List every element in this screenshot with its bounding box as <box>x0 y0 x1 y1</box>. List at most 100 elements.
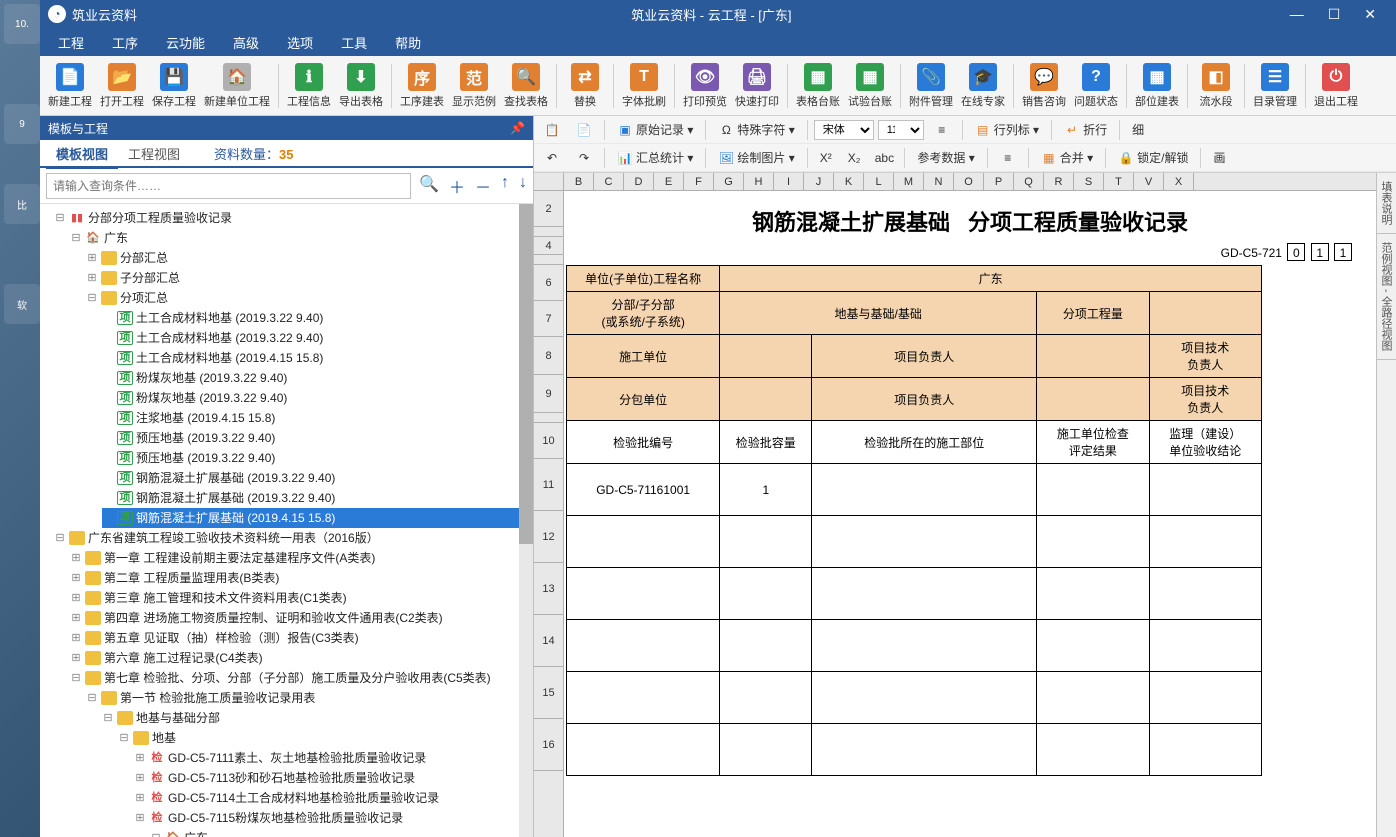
tree-row[interactable]: ⊟分项汇总 <box>86 288 533 308</box>
spreadsheet[interactable]: BCDEFGHIJKLMNOPQRSTVX 钢筋混凝土扩展基础 分项工程质量验收… <box>564 173 1376 837</box>
canvas-button[interactable]: 画 <box>1207 147 1231 168</box>
tree-row[interactable]: ⊟▮▮分部分项工程质量验收记录 <box>54 208 533 228</box>
tree-row[interactable]: ⊞第四章 进场施工物资质量控制、证明和验收文件通用表(C2类表) <box>70 608 533 628</box>
tree-row[interactable]: ⊞第一章 工程建设前期主要法定基建程序文件(A类表) <box>70 548 533 568</box>
side-tab-help[interactable]: 填表说明 <box>1377 173 1396 234</box>
remove-icon[interactable]: － <box>475 174 491 198</box>
row-col-button[interactable]: ▤行列标 ▾ <box>969 119 1045 140</box>
tree-row[interactable]: ⊞分部汇总 <box>86 248 533 268</box>
tree-row[interactable]: 项土工合成材料地基 (2019.3.22 9.40) <box>102 328 533 348</box>
tree-view[interactable]: ⊟▮▮分部分项工程质量验收记录⊟🏠广东⊞分部汇总⊞子分部汇总⊟分项汇总项土工合成… <box>40 204 533 837</box>
tree-row[interactable]: 项粉煤灰地基 (2019.3.22 9.40) <box>102 368 533 388</box>
menu-云功能[interactable]: 云功能 <box>152 29 219 56</box>
redo-icon[interactable]: ↷ <box>570 148 598 168</box>
wrap-button[interactable]: ↵折行 <box>1058 119 1113 140</box>
font-select[interactable]: 宋体 <box>814 120 874 140</box>
side-tab-example[interactable]: 范例视图 - 全路径视图 <box>1377 234 1396 360</box>
maximize-button[interactable]: ☐ <box>1324 6 1345 23</box>
tree-row[interactable]: ⊟第一节 检验批施工质量验收记录用表 <box>86 688 533 708</box>
tree-row[interactable]: 项钢筋混凝土扩展基础 (2019.3.22 9.40) <box>102 488 533 508</box>
subscript-button[interactable]: X₂ <box>842 149 867 167</box>
close-button[interactable]: ✕ <box>1360 6 1380 23</box>
toolbar-工序建表[interactable]: 序工序建表 <box>396 61 448 111</box>
form-table[interactable]: 单位(子单位)工程名称广东 分部/子分部 (或系统/子系统)地基与基础/基础分项… <box>566 265 1262 776</box>
menu-选项[interactable]: 选项 <box>273 29 327 56</box>
tree-row[interactable]: ⊟广东省建筑工程竣工验收技术资料统一用表（2016版） <box>54 528 533 548</box>
tree-row[interactable]: ⊞检GD-C5-7111素土、灰土地基检验批质量验收记录 <box>134 748 533 768</box>
down-icon[interactable]: ↓ <box>519 174 527 198</box>
tree-row[interactable]: 项预压地基 (2019.3.22 9.40) <box>102 428 533 448</box>
desktop-icon[interactable]: 9 <box>4 104 40 144</box>
tree-row[interactable]: 项土工合成材料地基 (2019.3.22 9.40) <box>102 308 533 328</box>
search-icon[interactable]: 🔍 <box>419 174 439 198</box>
toolbar-查找表格[interactable]: 🔍查找表格 <box>500 61 552 111</box>
pin-icon[interactable]: 📌 <box>510 121 525 135</box>
tab-project-view[interactable]: 工程视图 <box>118 140 190 167</box>
toolbar-快速打印[interactable]: 🖨快速打印 <box>731 61 783 111</box>
tree-row[interactable]: ⊟🏠广东 <box>70 228 533 248</box>
merge-button[interactable]: ▦合并 ▾ <box>1035 147 1099 168</box>
tree-row[interactable]: ⊞第三章 施工管理和技术文件资料用表(C1类表) <box>70 588 533 608</box>
tree-row[interactable]: 项注浆地基 (2019.4.15 15.8) <box>102 408 533 428</box>
toolbar-工程信息[interactable]: ℹ工程信息 <box>283 61 335 111</box>
toolbar-部位建表[interactable]: ▦部位建表 <box>1131 61 1183 111</box>
draw-pic-button[interactable]: 🖼绘制图片 ▾ <box>712 147 800 168</box>
tab-template-view[interactable]: 模板视图 <box>46 140 118 169</box>
add-icon[interactable]: ＋ <box>449 174 465 198</box>
ref-data-button[interactable]: 参考数据 ▾ <box>911 147 980 168</box>
menu-帮助[interactable]: 帮助 <box>381 29 435 56</box>
tree-row[interactable]: ⊟🏠广东 <box>150 828 533 837</box>
menu-工程[interactable]: 工程 <box>44 29 98 56</box>
toolbar-新建单位工程[interactable]: 🏠新建单位工程 <box>200 61 274 111</box>
tree-row[interactable]: ⊟第七章 检验批、分项、分部（子分部）施工质量及分户验收用表(C5类表) <box>70 668 533 688</box>
tree-row[interactable]: 项钢筋混凝土扩展基础 (2019.3.22 9.40) <box>102 468 533 488</box>
up-icon[interactable]: ↑ <box>501 174 509 198</box>
toolbar-打开工程[interactable]: 📂打开工程 <box>96 61 148 111</box>
strike-icon[interactable]: abc <box>870 148 898 168</box>
align-icon[interactable]: ≡ <box>928 120 956 140</box>
tree-row[interactable]: 项粉煤灰地基 (2019.3.22 9.40) <box>102 388 533 408</box>
menu-工序[interactable]: 工序 <box>98 29 152 56</box>
toolbar-替换[interactable]: ⇄替换 <box>561 61 609 111</box>
tree-row[interactable]: ⊞第六章 施工过程记录(C4类表) <box>70 648 533 668</box>
paste-icon[interactable]: 📄 <box>570 120 598 140</box>
desktop-icon[interactable]: 软 <box>4 284 40 324</box>
tree-row[interactable]: 项预压地基 (2019.3.22 9.40) <box>102 448 533 468</box>
tree-row[interactable]: ⊞子分部汇总 <box>86 268 533 288</box>
toolbar-表格台账[interactable]: ▦表格台账 <box>792 61 844 111</box>
desktop-icon[interactable]: 比 <box>4 184 40 224</box>
toolbar-退出工程[interactable]: ⏻退出工程 <box>1310 61 1362 111</box>
toolbar-销售咨询[interactable]: 💬销售咨询 <box>1018 61 1070 111</box>
toolbar-目录管理[interactable]: ☰目录管理 <box>1249 61 1301 111</box>
copy-icon[interactable]: 📋 <box>538 120 566 140</box>
toolbar-导出表格[interactable]: ⬇导出表格 <box>335 61 387 111</box>
toolbar-试验台账[interactable]: ▦试验台账 <box>844 61 896 111</box>
scrollbar-track[interactable] <box>519 204 533 837</box>
stats-button[interactable]: 📊汇总统计 ▾ <box>611 147 699 168</box>
undo-icon[interactable]: ↶ <box>538 148 566 168</box>
toolbar-附件管理[interactable]: 📎附件管理 <box>905 61 957 111</box>
scrollbar-thumb[interactable] <box>519 204 533 544</box>
tree-row[interactable]: ⊞检GD-C5-7115粉煤灰地基检验批质量验收记录 <box>134 808 533 828</box>
detail-button[interactable]: 细 <box>1126 119 1150 140</box>
toolbar-打印预览[interactable]: 👁打印预览 <box>679 61 731 111</box>
tree-row[interactable]: ⊞第二章 工程质量监理用表(B类表) <box>70 568 533 588</box>
lock-button[interactable]: 🔒锁定/解锁 <box>1112 147 1194 168</box>
tree-row[interactable]: 项土工合成材料地基 (2019.4.15 15.8) <box>102 348 533 368</box>
tree-row[interactable]: ⊟地基 <box>118 728 533 748</box>
tree-row[interactable]: 项钢筋混凝土扩展基础 (2019.4.15 15.8) <box>102 508 533 528</box>
minimize-button[interactable]: — <box>1286 6 1308 23</box>
original-record-button[interactable]: ▣原始记录 ▾ <box>611 119 699 140</box>
tree-row[interactable]: ⊞第五章 见证取（抽）样检验（测）报告(C3类表) <box>70 628 533 648</box>
align2-icon[interactable]: ≡ <box>994 148 1022 168</box>
toolbar-流水段[interactable]: ◧流水段 <box>1192 61 1240 111</box>
tree-row[interactable]: ⊟地基与基础分部 <box>102 708 533 728</box>
toolbar-问题状态[interactable]: ?问题状态 <box>1070 61 1122 111</box>
toolbar-在线专家[interactable]: 🎓在线专家 <box>957 61 1009 111</box>
superscript-button[interactable]: X² <box>814 149 838 167</box>
menu-高级[interactable]: 高级 <box>219 29 273 56</box>
tree-row[interactable]: ⊞检GD-C5-7113砂和砂石地基检验批质量验收记录 <box>134 768 533 788</box>
tree-row[interactable]: ⊞检GD-C5-7114土工合成材料地基检验批质量验收记录 <box>134 788 533 808</box>
toolbar-新建工程[interactable]: 📄新建工程 <box>44 61 96 111</box>
toolbar-保存工程[interactable]: 💾保存工程 <box>148 61 200 111</box>
